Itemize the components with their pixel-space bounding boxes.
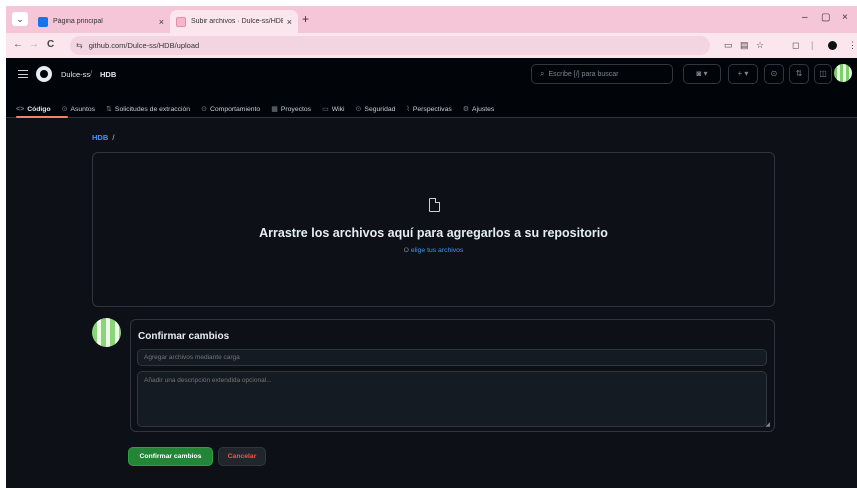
tab-security[interactable]: ⊙ Seguridad bbox=[356, 102, 396, 116]
file-icon bbox=[429, 198, 440, 212]
browser-window: ⌄ Página principal × Subir archivos · Du… bbox=[6, 6, 857, 488]
tab-actions[interactable]: ⊙ Comportamiento bbox=[201, 102, 260, 116]
url-bar[interactable]: ⇆ github.com/Dulce-ss/HDB/upload bbox=[70, 36, 710, 55]
repo-name-link[interactable]: HDB bbox=[100, 70, 116, 79]
path-separator: / bbox=[90, 69, 93, 78]
tab-label: Wiki bbox=[331, 105, 345, 113]
tab-label: Código bbox=[27, 105, 51, 113]
translate-icon[interactable]: ▤ bbox=[740, 40, 749, 51]
tab-title: Subir archivos · Dulce-ss/HDB bbox=[191, 18, 283, 25]
search-input[interactable]: ⌕ Escribe [/] para buscar bbox=[531, 64, 673, 84]
close-window-button[interactable]: × bbox=[842, 12, 848, 23]
bookmark-star-icon[interactable]: ☆ bbox=[756, 40, 764, 51]
tab-strip: ⌄ Página principal × Subir archivos · Du… bbox=[6, 6, 857, 33]
issues-icon[interactable]: ⊙ bbox=[764, 64, 784, 84]
tab-label: Seguridad bbox=[364, 105, 396, 113]
tab-home[interactable]: Página principal × bbox=[32, 10, 170, 33]
drop-zone-subtitle: O elige tus archivos bbox=[93, 247, 774, 254]
github-favicon-icon bbox=[176, 16, 186, 27]
shield-icon: ⊙ bbox=[355, 106, 362, 113]
tab-label: Asuntos bbox=[70, 105, 96, 113]
actions-icon: ⊙ bbox=[201, 106, 207, 113]
tab-search-button[interactable]: ⌄ bbox=[12, 12, 28, 26]
drop-zone-title: Arrastre los archivos aquí para agregarl… bbox=[259, 226, 608, 240]
tab-settings[interactable]: ⚙ Ajustes bbox=[463, 102, 495, 116]
tab-label: Comportamiento bbox=[209, 105, 261, 113]
reload-button[interactable]: C bbox=[47, 39, 54, 50]
tab-label: Proyectos bbox=[280, 105, 312, 113]
file-drop-zone[interactable]: Arrastre los archivos aquí para agregarl… bbox=[92, 152, 775, 307]
copilot-button[interactable]: ◙ ▾ bbox=[683, 64, 721, 84]
cancel-button[interactable]: Cancelar bbox=[218, 447, 266, 466]
tab-label: Perspectivas bbox=[412, 105, 452, 113]
inbox-icon[interactable]: ◫ bbox=[814, 64, 832, 84]
wiki-icon: ▭ bbox=[322, 106, 329, 113]
profile-avatar[interactable] bbox=[828, 41, 837, 50]
graph-icon: ⌇ bbox=[406, 106, 410, 113]
tab-projects[interactable]: ▦ Proyectos bbox=[271, 102, 311, 116]
confirm-changes-button[interactable]: Confirmar cambios bbox=[128, 447, 213, 466]
repo-owner-link[interactable]: Dulce-ss bbox=[61, 70, 90, 79]
choose-files-link[interactable]: elige tus archivos bbox=[411, 247, 464, 254]
user-avatar[interactable] bbox=[834, 64, 852, 82]
forward-button[interactable]: → bbox=[29, 39, 39, 50]
cast-icon[interactable]: ▭ bbox=[724, 40, 733, 51]
close-tab-icon[interactable]: × bbox=[159, 17, 164, 27]
tab-label: Ajustes bbox=[472, 105, 495, 113]
repo-nav: <> Código ⊙ Asuntos ⇅ Solicitudes de ext… bbox=[6, 102, 505, 118]
breadcrumb-repo-link[interactable]: HDB bbox=[92, 133, 108, 142]
extensions-icon[interactable]: ◻ bbox=[792, 40, 799, 51]
tab-code[interactable]: <> Código bbox=[16, 102, 51, 116]
address-bar-row: ← → C ⇆ github.com/Dulce-ss/HDB/upload ▭… bbox=[6, 33, 857, 58]
gear-icon: ⚙ bbox=[462, 106, 470, 113]
tab-wiki[interactable]: ▭ Wiki bbox=[322, 102, 344, 116]
tab-insights[interactable]: ⌇ Perspectivas bbox=[406, 102, 451, 116]
github-logo-icon[interactable] bbox=[36, 66, 52, 82]
tab-issues[interactable]: ⊙ Asuntos bbox=[62, 102, 95, 116]
back-button[interactable]: ← bbox=[13, 39, 23, 50]
breadcrumb-separator: / bbox=[112, 133, 115, 142]
avatar bbox=[92, 318, 121, 347]
commit-description-textarea[interactable] bbox=[137, 371, 767, 427]
new-tab-button[interactable]: + bbox=[302, 12, 309, 26]
code-icon: <> bbox=[16, 105, 25, 113]
search-icon: ⌕ bbox=[540, 69, 545, 78]
site-info-icon[interactable]: ⇆ bbox=[76, 41, 83, 50]
projects-icon: ▦ bbox=[271, 106, 278, 113]
maximize-button[interactable]: ▢ bbox=[821, 12, 830, 23]
create-new-button[interactable]: + ▾ bbox=[728, 64, 758, 84]
tab-pull-requests[interactable]: ⇅ Solicitudes de extracción bbox=[106, 102, 190, 116]
commit-summary-input[interactable] bbox=[137, 349, 767, 366]
url-text: github.com/Dulce-ss/HDB/upload bbox=[88, 41, 200, 50]
active-tab-underline bbox=[16, 116, 68, 118]
commit-title: Confirmar cambios bbox=[138, 331, 230, 342]
drop-zone-or: O bbox=[403, 247, 409, 254]
menu-dots-icon[interactable]: ⋮ bbox=[848, 40, 857, 51]
pull-requests-icon[interactable]: ⇅ bbox=[789, 64, 809, 84]
divider: | bbox=[811, 40, 814, 50]
commit-changes-box: Confirmar cambios ◢ bbox=[130, 319, 775, 432]
tab-label: Solicitudes de extracción bbox=[114, 105, 191, 113]
page-favicon-icon bbox=[38, 16, 48, 27]
tab-title: Página principal bbox=[53, 18, 103, 25]
close-tab-icon[interactable]: × bbox=[287, 17, 292, 27]
github-header: Dulce-ss / HDB ⌕ Escribe [/] para buscar… bbox=[6, 58, 857, 118]
minimize-button[interactable]: – bbox=[802, 12, 808, 23]
issue-icon: ⊙ bbox=[61, 106, 68, 113]
search-placeholder: Escribe [/] para buscar bbox=[548, 70, 619, 78]
hamburger-menu-icon[interactable] bbox=[18, 70, 28, 78]
tab-upload[interactable]: Subir archivos · Dulce-ss/HDB × bbox=[170, 10, 298, 33]
resize-handle-icon[interactable]: ◢ bbox=[765, 421, 770, 428]
pull-request-icon: ⇅ bbox=[106, 106, 112, 113]
breadcrumb: HDB / bbox=[92, 133, 114, 142]
